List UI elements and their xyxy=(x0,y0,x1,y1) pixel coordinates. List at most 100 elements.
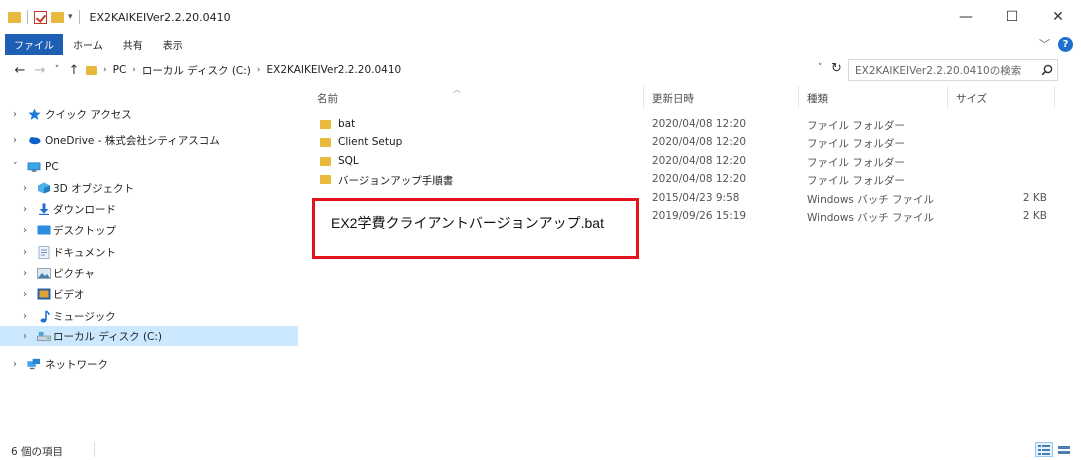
breadcrumb-current-folder[interactable]: EX2KAIKEIVer2.2.20.0410 xyxy=(267,64,402,76)
chevron-right-icon[interactable]: › xyxy=(23,183,27,194)
column-header-type[interactable]: 種類 xyxy=(807,91,828,106)
maximize-button[interactable]: ☐ xyxy=(989,0,1035,34)
search-input[interactable]: EX2KAIKEIVer2.2.20.0410の検索 xyxy=(848,59,1058,81)
sidebar-item-local-disk[interactable]: › ローカル ディスク (C:) xyxy=(0,326,298,346)
divider xyxy=(94,442,95,457)
file-row[interactable]: SQL 2020/04/08 12:20 ファイル フォルダー xyxy=(305,153,1065,171)
sidebar-item-label: ネットワーク xyxy=(45,358,108,371)
breadcrumb-local-disk[interactable]: ローカル ディスク (C:) xyxy=(142,63,251,78)
column-header-size[interactable]: サイズ xyxy=(956,91,987,106)
file-row[interactable]: bat 2020/04/08 12:20 ファイル フォルダー xyxy=(305,116,1065,134)
chevron-right-icon[interactable]: › xyxy=(23,204,27,215)
sidebar-item-pictures[interactable]: › ピクチャ xyxy=(0,263,298,283)
sidebar-item-network[interactable]: › ネットワーク xyxy=(0,354,298,374)
title-bar: ▾ EX2KAIKEIVer2.2.20.0410 — ☐ ✕ xyxy=(0,0,1081,34)
tab-view[interactable]: 表示 xyxy=(153,34,193,55)
file-type: ファイル フォルダー xyxy=(807,157,905,169)
file-date: 2015/04/23 9:58 xyxy=(652,192,740,204)
sidebar-item-label: 3D オブジェクト xyxy=(53,182,135,195)
expand-ribbon-icon[interactable]: ﹀ xyxy=(1039,36,1050,52)
search-icon[interactable] xyxy=(1037,64,1057,76)
address-row: ← → ˅ ↑ › PC › ローカル ディスク (C:) › EX2KAIKE… xyxy=(0,58,1081,82)
folder-icon xyxy=(320,138,331,147)
sidebar-item-onedrive[interactable]: › OneDrive - 株式会社シティアスコム xyxy=(0,130,298,150)
file-type: Windows バッチ ファイル xyxy=(807,194,935,206)
file-type: ファイル フォルダー xyxy=(807,138,905,150)
chevron-right-icon[interactable]: › xyxy=(23,225,27,236)
tab-file[interactable]: ファイル xyxy=(5,34,63,55)
chevron-right-icon[interactable]: › xyxy=(23,247,27,258)
sidebar-item-label: ダウンロード xyxy=(53,203,116,216)
file-name: バージョンアップ手順書 xyxy=(338,175,454,187)
chevron-right-icon[interactable]: › xyxy=(23,311,27,322)
file-date: 2020/04/08 12:20 xyxy=(652,118,747,130)
chevron-right-icon[interactable]: › xyxy=(132,65,136,75)
chevron-right-icon[interactable]: › xyxy=(23,331,27,342)
tab-home[interactable]: ホーム xyxy=(63,34,113,55)
sidebar-item-documents[interactable]: › ドキュメント xyxy=(0,242,298,262)
column-header-date[interactable]: 更新日時 xyxy=(652,91,694,106)
highlighted-file-name[interactable]: EX2学費クライアントバージョンアップ.bat xyxy=(331,213,604,233)
properties-icon[interactable] xyxy=(34,10,47,24)
refresh-icon[interactable]: ↻ xyxy=(831,61,842,76)
address-bar[interactable]: › PC › ローカル ディスク (C:) › EX2KAIKEIVer2.2.… xyxy=(82,58,834,82)
file-date: 2020/04/08 12:20 xyxy=(652,155,747,167)
chevron-down-icon[interactable]: ˅ xyxy=(13,162,18,172)
sidebar-item-desktop[interactable]: › デスクトップ xyxy=(0,220,298,240)
minimize-button[interactable]: — xyxy=(943,0,989,34)
folder-icon xyxy=(8,11,21,23)
item-count: 6 個の項目 xyxy=(11,446,64,458)
sidebar-item-label: ミュージック xyxy=(53,310,116,323)
forward-arrow-icon[interactable]: → xyxy=(30,63,50,78)
column-header-name[interactable]: 名前 xyxy=(317,91,338,106)
folder-icon xyxy=(320,175,331,184)
close-button[interactable]: ✕ xyxy=(1035,0,1081,34)
picture-icon xyxy=(37,267,51,279)
file-row[interactable]: Client Setup 2020/04/08 12:20 ファイル フォルダー xyxy=(305,134,1065,152)
divider xyxy=(27,10,28,24)
ribbon-tabs: ファイル ホーム 共有 表示 ﹀ ? xyxy=(0,34,1081,55)
cube-icon xyxy=(37,182,51,194)
sidebar-item-videos[interactable]: › ビデオ xyxy=(0,284,298,304)
folder-icon xyxy=(86,65,97,75)
large-icons-view-icon[interactable] xyxy=(1055,442,1073,457)
drive-icon xyxy=(37,330,51,342)
file-type: Windows バッチ ファイル xyxy=(807,212,935,224)
recent-locations-icon[interactable]: ˅ xyxy=(50,65,64,75)
up-arrow-icon[interactable]: ↑ xyxy=(64,63,84,78)
column-divider[interactable] xyxy=(798,86,799,108)
chevron-right-icon[interactable]: › xyxy=(257,65,261,75)
file-row[interactable]: バージョンアップ手順書 2020/04/08 12:20 ファイル フォルダー xyxy=(305,171,1065,189)
sidebar-item-label: PC xyxy=(45,161,59,173)
column-divider[interactable] xyxy=(1054,86,1055,108)
column-divider[interactable] xyxy=(643,86,644,108)
file-type: ファイル フォルダー xyxy=(807,120,905,132)
file-name: bat xyxy=(338,118,356,130)
chevron-right-icon[interactable]: › xyxy=(23,268,27,279)
column-divider[interactable] xyxy=(947,86,948,108)
details-view-icon[interactable] xyxy=(1035,442,1053,457)
file-date: 2019/09/26 15:19 xyxy=(652,210,747,222)
sidebar-item-music[interactable]: › ミュージック xyxy=(0,306,298,326)
sidebar-item-3d-objects[interactable]: › 3D オブジェクト xyxy=(0,178,298,198)
chevron-right-icon[interactable]: › xyxy=(13,359,17,370)
customize-toolbar-icon[interactable]: ▾ xyxy=(68,12,73,22)
chevron-right-icon[interactable]: › xyxy=(13,135,17,146)
file-size: 2 KB xyxy=(1022,192,1047,204)
sidebar-item-quick-access[interactable]: › クイック アクセス xyxy=(0,104,298,124)
sidebar-item-downloads[interactable]: › ダウンロード xyxy=(0,199,298,219)
sidebar-item-pc[interactable]: ˅ PC xyxy=(0,157,298,177)
address-dropdown-icon[interactable]: ˅ xyxy=(818,63,823,73)
chevron-right-icon[interactable]: › xyxy=(23,289,27,300)
search-placeholder: EX2KAIKEIVer2.2.20.0410の検索 xyxy=(855,64,1022,77)
back-arrow-icon[interactable]: ← xyxy=(10,63,30,78)
desktop-icon xyxy=(37,224,51,236)
help-icon[interactable]: ? xyxy=(1058,36,1073,52)
chevron-right-icon[interactable]: › xyxy=(13,109,17,120)
chevron-right-icon[interactable]: › xyxy=(103,65,107,75)
navigation-pane: › クイック アクセス › OneDrive - 株式会社シティアスコム ˅ P… xyxy=(0,92,298,432)
star-icon xyxy=(27,108,41,120)
tab-share[interactable]: 共有 xyxy=(113,34,153,55)
new-folder-icon[interactable] xyxy=(51,11,64,23)
breadcrumb-pc[interactable]: PC xyxy=(113,64,127,76)
